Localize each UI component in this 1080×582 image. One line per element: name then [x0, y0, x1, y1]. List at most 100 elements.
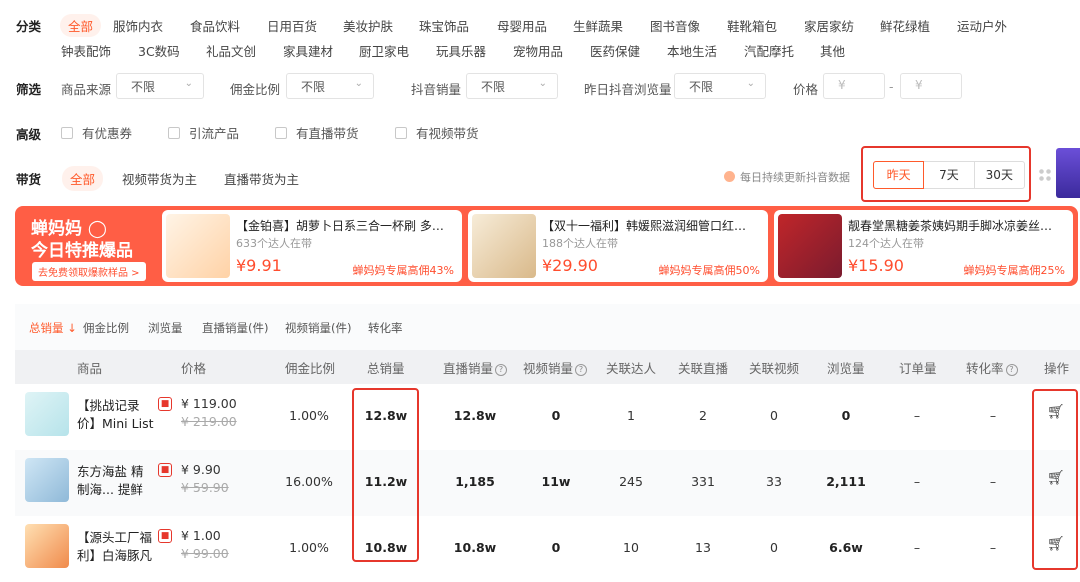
- category-item[interactable]: 厨卫家电: [359, 41, 409, 60]
- col-price: 价格: [181, 361, 207, 376]
- category-item[interactable]: 珠宝饰品: [419, 16, 469, 35]
- category-item[interactable]: 食品饮料: [190, 16, 240, 35]
- promo-card-price: ¥9.91: [236, 256, 282, 275]
- sort-video-sales[interactable]: 视频销量(件): [285, 320, 351, 336]
- filter-label: 筛选: [16, 82, 42, 97]
- date-tabs: 昨天 7天 30天: [873, 161, 1025, 189]
- promo-card-title: 【金铂喜】胡萝卜日系三合一杯刷 多功能...: [236, 219, 448, 233]
- help-icon[interactable]: ?: [495, 363, 508, 376]
- category-item[interactable]: 宠物用品: [513, 41, 563, 60]
- help-icon[interactable]: ?: [1005, 363, 1018, 376]
- videos-cell: 0: [770, 408, 778, 423]
- promo-card[interactable]: 靓春堂黑糖姜茶姨妈期手脚冰凉姜丝红枣桂... 124个达人在带 ¥15.90 蝉…: [774, 210, 1073, 282]
- checkbox-box[interactable]: [168, 126, 180, 139]
- product-name[interactable]: 东方海盐 精制海... 提鲜: [77, 463, 155, 499]
- original-price: ¥ 59.90: [181, 480, 229, 495]
- promo-card[interactable]: 【双十一福利】韩媛熙滋润细管口红不易粘... 188个达人在带 ¥29.90 蝉…: [468, 210, 768, 282]
- update-note: 每日持续更新抖音数据: [740, 171, 850, 184]
- douyin-sales-select[interactable]: 不限 ⌄: [466, 73, 558, 99]
- creators-cell: 245: [619, 474, 643, 489]
- category-item[interactable]: 母婴用品: [497, 16, 547, 35]
- promo-card-creators: 188个达人在带: [542, 237, 618, 250]
- yesterday-views-select[interactable]: 不限 ⌄: [674, 73, 766, 99]
- col-total-sales: 总销量: [367, 361, 405, 376]
- promo-card[interactable]: 【金铂喜】胡萝卜日系三合一杯刷 多功能... 633个达人在带 ¥9.91 蝉妈…: [162, 210, 462, 282]
- checkbox-box[interactable]: [275, 126, 287, 139]
- video-promo-checkbox[interactable]: 有视频带货: [395, 123, 479, 142]
- category-item[interactable]: 礼品文创: [206, 41, 256, 60]
- banner-cta-button[interactable]: 去免费领取爆款样品 >: [32, 262, 146, 281]
- sort-conversion[interactable]: 转化率: [368, 320, 403, 336]
- banner-title-line2: 今日特推爆品: [31, 241, 133, 261]
- promo-card-title: 靓春堂黑糖姜茶姨妈期手脚冰凉姜丝红枣桂...: [848, 219, 1060, 233]
- table-row[interactable]: 东方海盐 精制海... 提鲜 ■ ¥ 9.90 ¥ 59.90 16.00% 1…: [15, 450, 1080, 516]
- category-item[interactable]: 服饰内衣: [113, 16, 163, 35]
- category-item[interactable]: 鲜花绿植: [880, 16, 930, 35]
- checkbox-box[interactable]: [61, 126, 73, 139]
- source-select[interactable]: 不限 ⌄: [116, 73, 204, 99]
- source-value: 不限: [131, 80, 156, 94]
- col-orders: 订单量: [899, 361, 937, 376]
- price-min-input[interactable]: ¥: [823, 73, 885, 99]
- creators-cell: 1: [627, 408, 635, 423]
- sort-views[interactable]: 浏览量: [148, 320, 183, 336]
- category-item[interactable]: 日用百货: [267, 16, 317, 35]
- commission-cell: 1.00%: [289, 408, 329, 423]
- checkbox-box[interactable]: [395, 126, 407, 139]
- live-promo-checkbox[interactable]: 有直播带货: [275, 123, 359, 142]
- category-item[interactable]: 其他: [820, 41, 845, 60]
- category-item[interactable]: 玩具乐器: [436, 41, 486, 60]
- product-thumbnail[interactable]: [25, 458, 69, 502]
- promo-type-video[interactable]: 视频带货为主: [122, 169, 197, 188]
- date-tab-yesterday[interactable]: 昨天: [873, 161, 925, 189]
- product-table: 总销量 ↓ 佣金比例 浏览量 直播销量(件) 视频销量(件) 转化率 商品 价格…: [15, 304, 1080, 582]
- product-thumbnail[interactable]: [25, 524, 69, 568]
- date-tab-7d[interactable]: 7天: [924, 162, 975, 188]
- promo-type-label: 带货: [16, 172, 42, 187]
- coupon-checkbox[interactable]: 有优惠券: [61, 123, 132, 142]
- category-item[interactable]: 家居家纺: [804, 16, 854, 35]
- product-name[interactable]: 【源头工厂福利】白海豚凡: [77, 529, 155, 565]
- grid-dots-icon[interactable]: [1038, 168, 1052, 182]
- category-item[interactable]: 图书音像: [650, 16, 700, 35]
- price-max-input[interactable]: ¥: [900, 73, 962, 99]
- corner-ad-thumbnail[interactable]: [1056, 148, 1080, 198]
- videos-cell: 33: [766, 474, 782, 489]
- category-item[interactable]: 生鲜蔬果: [573, 16, 623, 35]
- sort-live-sales[interactable]: 直播销量(件): [202, 320, 268, 336]
- promo-card-commission: 蝉妈妈专属高佣50%: [658, 264, 760, 277]
- category-all[interactable]: 全部: [60, 14, 102, 37]
- videos-cell: 0: [770, 540, 778, 555]
- promo-type-live[interactable]: 直播带货为主: [224, 169, 299, 188]
- table-row[interactable]: 【挑战记录价】Mini List ■ ¥ 119.00 ¥ 219.00 1.0…: [15, 384, 1080, 450]
- col-views: 浏览量: [827, 361, 865, 376]
- product-name[interactable]: 【挑战记录价】Mini List: [77, 397, 155, 433]
- sort-commission[interactable]: 佣金比例: [83, 320, 129, 336]
- douyin-sales-label: 抖音销量: [411, 82, 462, 97]
- col-video-sales: 视频销量?: [523, 358, 588, 377]
- category-item[interactable]: 本地生活: [667, 41, 717, 60]
- category-item[interactable]: 运动户外: [957, 16, 1007, 35]
- category-item[interactable]: 汽配摩托: [744, 41, 794, 60]
- category-item[interactable]: 家具建材: [283, 41, 333, 60]
- col-commission: 佣金比例: [285, 361, 336, 376]
- lives-cell: 13: [695, 540, 711, 555]
- original-price: ¥ 219.00: [181, 414, 237, 429]
- conversion-cell: –: [989, 540, 997, 555]
- commission-select[interactable]: 不限 ⌄: [286, 73, 374, 99]
- promo-banner: 蝉妈妈 ◯ 今日特推爆品 去免费领取爆款样品 > 【金铂喜】胡萝卜日系三合一杯刷…: [15, 206, 1078, 286]
- category-item[interactable]: 钟表配饰: [61, 41, 111, 60]
- category-item[interactable]: 鞋靴箱包: [727, 16, 777, 35]
- table-row[interactable]: 【源头工厂福利】白海豚凡 ■ ¥ 1.00 ¥ 99.00 1.00% 10.8…: [15, 516, 1080, 582]
- category-item[interactable]: 美妆护肤: [343, 16, 393, 35]
- traffic-product-checkbox[interactable]: 引流产品: [168, 123, 239, 142]
- help-icon[interactable]: ?: [575, 363, 588, 376]
- category-item[interactable]: 3C数码: [138, 41, 180, 60]
- category-item[interactable]: 医药保健: [590, 41, 640, 60]
- product-thumbnail[interactable]: [25, 392, 69, 436]
- sort-total-sales[interactable]: 总销量 ↓: [29, 320, 77, 336]
- date-tab-30d[interactable]: 30天: [975, 162, 1024, 188]
- yesterday-views-label: 昨日抖音浏览量: [584, 82, 672, 97]
- product-price: ¥ 1.00: [181, 528, 221, 543]
- promo-type-all[interactable]: 全部: [62, 166, 104, 191]
